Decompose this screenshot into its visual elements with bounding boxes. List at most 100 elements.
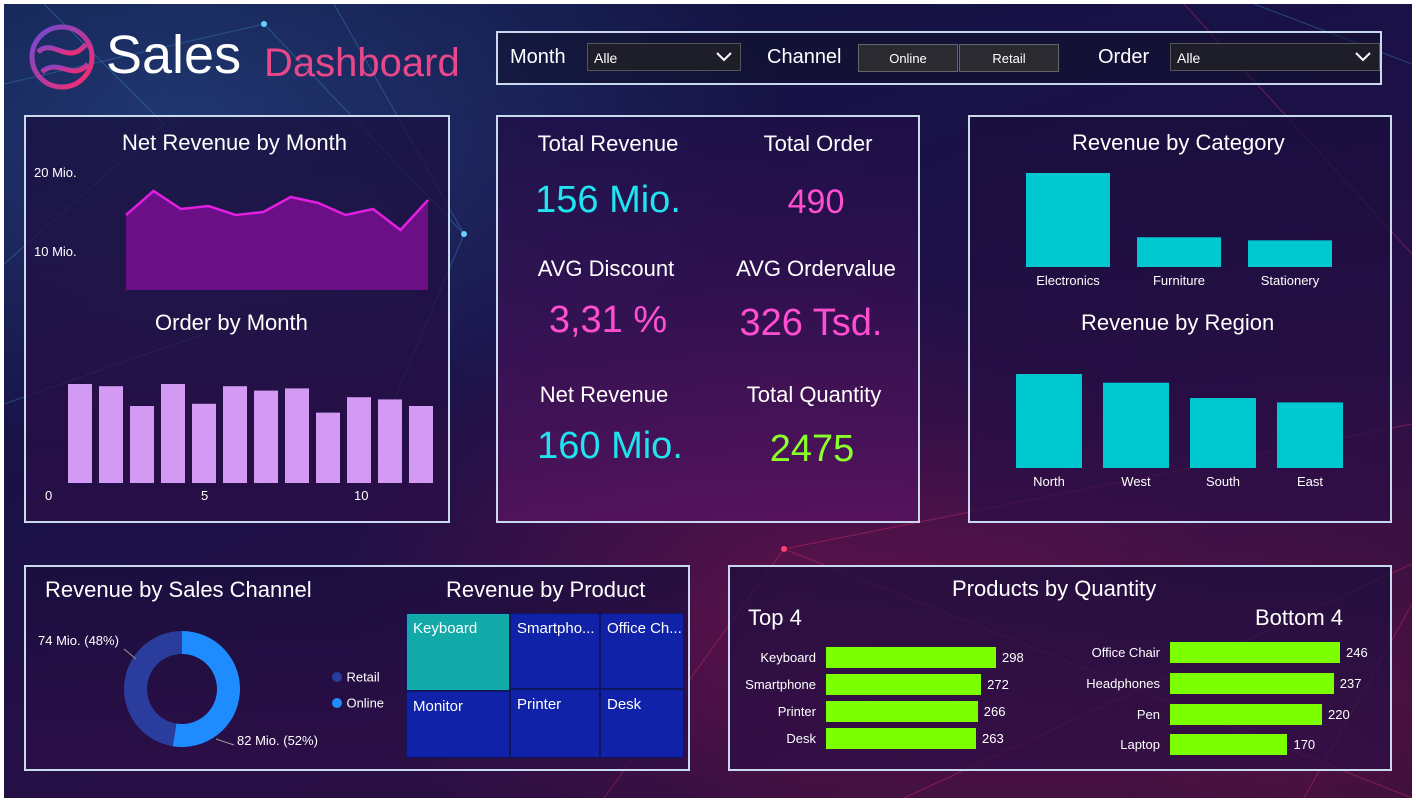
quantity-value-label: 237 (1339, 676, 1362, 691)
region-bar (1190, 398, 1256, 468)
quantity-product-label: Laptop (1120, 737, 1160, 752)
donut-slice-online (172, 631, 241, 747)
quantity-bar (826, 647, 996, 668)
quantity-product-label: Office Chair (1091, 645, 1160, 660)
order-bar (161, 384, 185, 483)
order-bar (130, 406, 154, 483)
treemap-tile-printer[interactable]: Printer (510, 689, 600, 758)
chevron-down-icon (1355, 52, 1371, 62)
region-label: East (1297, 474, 1323, 489)
title-sales: Sales (106, 25, 242, 85)
quantity-product-label: Headphones (1086, 676, 1160, 691)
category-region-panel: Revenue by Category Electronics Furniture… (968, 115, 1392, 523)
order-bar (285, 388, 309, 483)
order-bar (316, 412, 340, 483)
products-by-quantity-chart: Keyboard 298 Smartphone 272 Printer 266 Desk 26… (730, 567, 1394, 773)
region-bar (1277, 402, 1343, 468)
net-revenue-value: 160 Mio. (537, 425, 683, 467)
channel-retail-button[interactable]: Retail (959, 44, 1059, 72)
quantity-product-label: Printer (777, 704, 816, 719)
net-revenue-label: Net Revenue (539, 382, 669, 407)
product-treemap: Keyboard Smartpho... Office Ch... Monito… (406, 613, 684, 758)
quantity-value-label: 170 (1293, 737, 1316, 752)
channel-product-panel: Revenue by Sales Channel 74 Mio. (48%) 8… (24, 565, 690, 771)
order-bar (378, 399, 402, 483)
total-order-value: 490 (787, 183, 845, 221)
revenue-by-region-bar-chart: North West South East (1016, 374, 1343, 489)
quantity-bar (1170, 734, 1288, 755)
quantity-product-label: Desk (786, 731, 816, 746)
total-order-label: Total Order (763, 131, 873, 156)
order-bar (68, 384, 92, 483)
region-label: North (1033, 474, 1065, 489)
legend-dot-icon (332, 671, 342, 682)
total-quantity-label: Total Quantity (746, 382, 882, 407)
legend-label-retail: Retail (346, 669, 380, 685)
total-quantity-value: 2475 (769, 428, 855, 470)
globe-logo-icon (29, 24, 95, 90)
legend-item-retail[interactable]: Retail (332, 668, 380, 686)
month-filter-label: Month (510, 46, 566, 68)
order-bar (409, 406, 433, 483)
quantity-bar (1170, 642, 1340, 663)
legend-item-online[interactable]: Online (332, 694, 384, 712)
avg-discount-label: AVG Discount (537, 256, 675, 281)
quantity-value-label: 298 (1002, 650, 1024, 665)
online-value-label: 82 Mio. (52%) (237, 733, 318, 748)
treemap-tile-keyboard[interactable]: Keyboard (406, 613, 510, 691)
x-tick-label: 5 (201, 488, 209, 503)
total-revenue-value: 156 Mio. (535, 179, 681, 221)
quantity-value-label: 266 (983, 704, 1006, 719)
quantity-value-label: 263 (982, 731, 1004, 746)
order-bar (192, 403, 216, 483)
quantity-bar (826, 701, 978, 722)
region-label: South (1206, 474, 1240, 489)
avg-ordervalue-label: AVG Ordervalue (736, 256, 896, 281)
quantity-value-label: 246 (1346, 645, 1368, 660)
filter-bar: Month Alle Channel Online Retail Order A… (496, 31, 1382, 85)
order-filter-label: Order (1098, 46, 1150, 68)
treemap-tile-desk[interactable]: Desk (600, 689, 684, 758)
kpi-panel: Total Revenue 156 Mio. Total Order 490 A… (496, 115, 920, 523)
order-by-month-bar-chart (68, 384, 433, 483)
total-revenue-label: Total Revenue (537, 131, 679, 156)
channel-filter-label: Channel (767, 46, 842, 68)
avg-discount-value: 3,31 % (548, 299, 668, 341)
legend-label-online: Online (346, 695, 385, 711)
month-select[interactable]: Alle (587, 43, 741, 71)
x-tick-label: 0 (45, 488, 53, 503)
order-bar (254, 390, 278, 483)
legend-dot-icon (332, 697, 342, 708)
order-bar (99, 386, 123, 483)
order-select-value: Alle (1177, 50, 1201, 66)
revenue-by-product-title: Revenue by Product (446, 577, 646, 602)
title-dashboard: Dashboard (264, 41, 460, 85)
quantity-value-label: 220 (1328, 707, 1350, 722)
order-bar (347, 397, 371, 483)
donut-slice-retail (124, 631, 182, 747)
region-bar (1016, 374, 1082, 468)
region-label: West (1121, 474, 1151, 489)
month-select-value: Alle (594, 50, 618, 66)
quantity-bar (826, 674, 982, 695)
order-bar (223, 386, 247, 483)
monthly-panel: Net Revenue by Month 20 Mio. 10 Mio. Ord… (24, 115, 450, 523)
quantity-bar (826, 728, 977, 749)
quantity-product-label: Smartphone (745, 677, 816, 692)
products-by-quantity-panel: Products by Quantity Top 4 Bottom 4 Keyb… (728, 565, 1392, 771)
quantity-bar (1170, 704, 1323, 725)
treemap-tile-smartphone[interactable]: Smartpho... (510, 613, 600, 689)
treemap-tile-monitor[interactable]: Monitor (406, 691, 510, 758)
order-select[interactable]: Alle (1170, 43, 1380, 71)
region-bar (1103, 382, 1169, 468)
quantity-bar (1170, 673, 1334, 694)
chevron-down-icon (716, 52, 732, 62)
x-tick-label: 10 (354, 488, 369, 503)
channel-online-button[interactable]: Online (858, 44, 958, 72)
dashboard-canvas: Sales Dashboard Month Alle Channel Onlin… (4, 4, 1412, 798)
leader-line (215, 738, 235, 746)
quantity-product-label: Pen (1136, 707, 1160, 722)
leader-line (123, 648, 137, 660)
avg-ordervalue-value: 326 Tsd. (739, 302, 883, 344)
treemap-tile-office-chair[interactable]: Office Ch... (600, 613, 684, 689)
